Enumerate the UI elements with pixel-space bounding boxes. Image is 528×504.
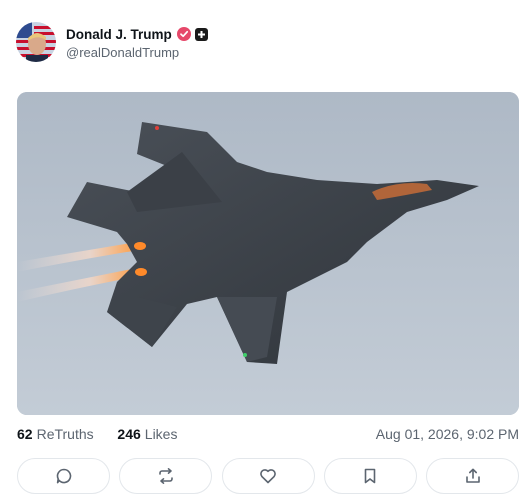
bookmark-icon [361, 467, 379, 485]
verified-check-icon [176, 27, 191, 41]
author-name[interactable]: Donald J. Trump [66, 27, 172, 42]
retruths-count[interactable]: 62 [17, 426, 33, 442]
post-timestamp[interactable]: Aug 01, 2026, 9:02 PM [376, 426, 519, 442]
post-image[interactable] [17, 92, 519, 415]
author-handle[interactable]: @realDonaldTrump [66, 45, 208, 60]
share-button[interactable] [426, 458, 519, 494]
likes-label[interactable]: Likes [145, 426, 178, 442]
reply-button[interactable] [17, 458, 110, 494]
avatar[interactable] [16, 22, 56, 62]
plus-badge-icon [194, 27, 208, 41]
post-actions [17, 458, 519, 494]
post-header: Donald J. Trump @realDonaldTrump [16, 22, 208, 62]
like-button[interactable] [221, 458, 315, 494]
post-stats: 62 ReTruths 246 Likes Aug 01, 2026, 9:02 P… [17, 426, 519, 442]
reply-icon [55, 467, 73, 485]
likes-count[interactable]: 246 [117, 426, 140, 442]
retruths-label[interactable]: ReTruths [37, 426, 94, 442]
bookmark-button[interactable] [323, 458, 417, 494]
retruth-icon [157, 467, 175, 485]
retruth-button[interactable] [119, 458, 213, 494]
heart-icon [259, 467, 277, 485]
share-icon [464, 467, 482, 485]
